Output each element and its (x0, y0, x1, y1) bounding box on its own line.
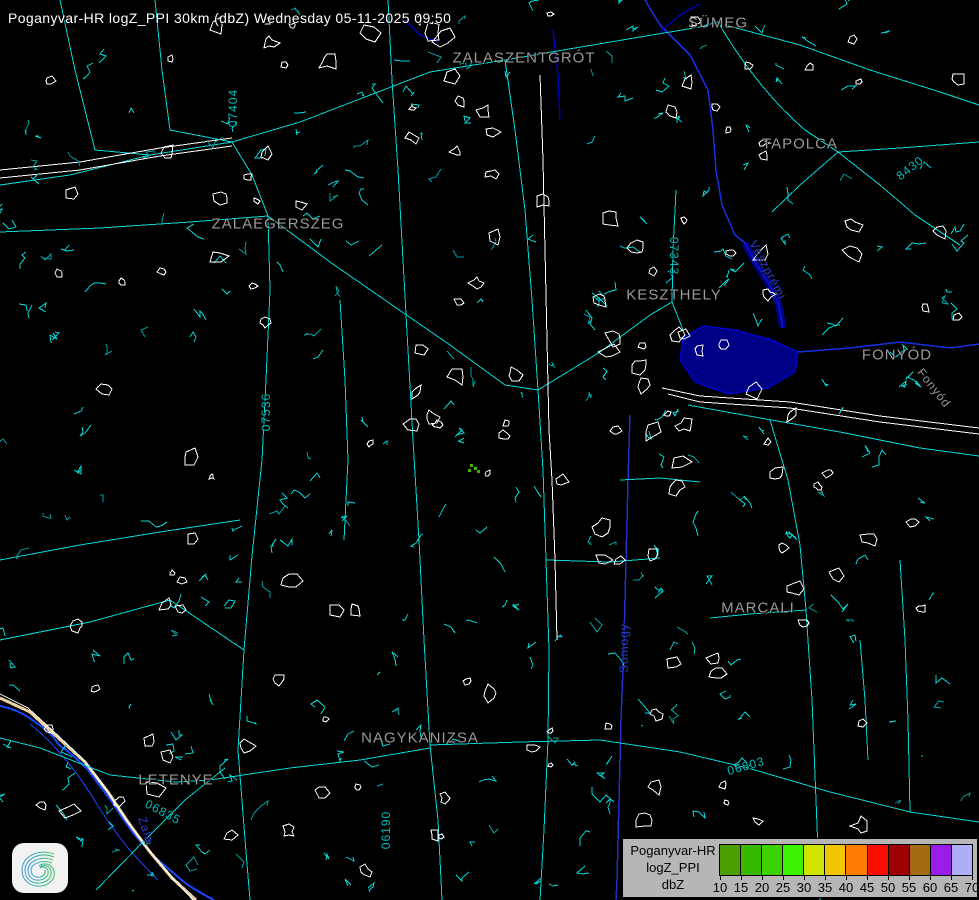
legend-tick-value-40: 40 (839, 880, 853, 895)
roads-layer (0, 0, 979, 900)
legend-color-cell-20 (762, 845, 782, 875)
legend-titles: Poganyvar-HR logZ_PPI dbZ (627, 842, 719, 893)
radar-provider-spiral-logo (12, 843, 68, 893)
echo-pixel (468, 469, 471, 472)
legend-tick-value-25: 25 (776, 880, 790, 895)
legend-tick-value-20: 20 (755, 880, 769, 895)
legend-tick-value-70: 70 (965, 880, 979, 895)
rivers-layer (0, 0, 979, 900)
legend-color-cell-45 (868, 845, 888, 875)
radar-map-screen: Poganyvar-HR logZ_PPI 30km (dbZ) Wednesd… (0, 0, 979, 900)
white-roads-layer (0, 75, 979, 640)
legend-tick-value-50: 50 (881, 880, 895, 895)
echo-pixel (474, 467, 477, 470)
legend-color-cell-55 (910, 845, 930, 875)
legend-color-cell-35 (825, 845, 845, 875)
legend-color-cell-30 (804, 845, 824, 875)
legend-tick-value-65: 65 (944, 880, 958, 895)
legend-tick-value-10: 10 (713, 880, 727, 895)
legend-color-cell-10 (720, 845, 740, 875)
reflectivity-legend: Poganyvar-HR logZ_PPI dbZ 10 15 20 25 30 35 40… (622, 838, 978, 898)
legend-color-cell-60 (931, 845, 951, 875)
lake-shape (680, 243, 798, 394)
legend-color-cell-50 (889, 845, 909, 875)
echo-pixel (477, 470, 480, 473)
legend-tick-value-35: 35 (818, 880, 832, 895)
legend-tick-value-30: 30 (797, 880, 811, 895)
legend-tick-value-60: 60 (923, 880, 937, 895)
legend-tick-value-55: 55 (902, 880, 916, 895)
legend-color-cell-25 (783, 845, 803, 875)
radar-map-canvas (0, 0, 979, 900)
legend-tick-value-15: 15 (734, 880, 748, 895)
legend-color-cell-65 (952, 845, 972, 875)
legend-unit: dbZ (627, 876, 719, 893)
legend-color-strip (719, 844, 973, 876)
radar-echo-dots (468, 464, 480, 473)
legend-station: Poganyvar-HR (627, 842, 719, 859)
legend-product: logZ_PPI (627, 859, 719, 876)
legend-tick-value-45: 45 (860, 880, 874, 895)
settlements-layer (0, 0, 970, 892)
legend-color-cell-15 (741, 845, 761, 875)
echo-pixel (470, 464, 473, 467)
legend-tick-values: 10152025303540455055606570 (719, 880, 973, 896)
spiral-icon (18, 848, 62, 888)
legend-color-cell-40 (846, 845, 866, 875)
